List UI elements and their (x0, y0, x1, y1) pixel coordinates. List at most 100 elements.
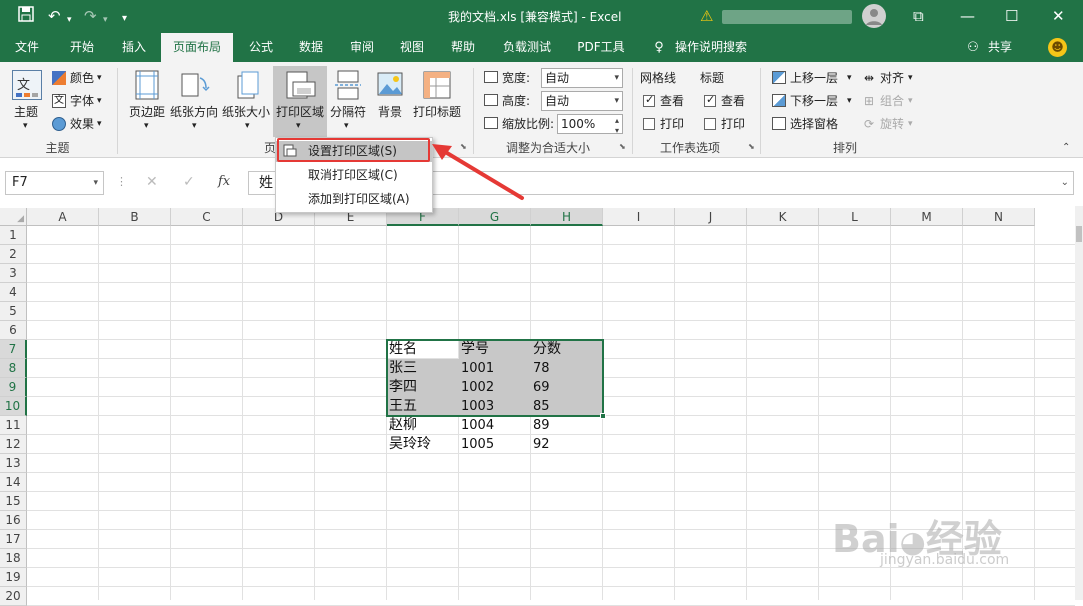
cancel-icon[interactable]: ✕ (146, 174, 158, 190)
row-header-10[interactable]: 10 (0, 397, 27, 416)
print-titles-button[interactable]: 打印标题 (413, 104, 461, 120)
column-header-j[interactable]: J (675, 208, 747, 226)
themes-dropdown-icon[interactable]: ▾ (23, 118, 28, 134)
sheet-options-launcher-icon[interactable]: ⬊ (748, 142, 755, 151)
cell-f9[interactable]: 李四 (387, 378, 459, 397)
column-header-b[interactable]: B (99, 208, 171, 226)
add-to-print-area-item[interactable]: 添加到打印区域(A) (276, 189, 432, 210)
tab-file[interactable]: 文件 (6, 33, 48, 62)
height-select[interactable]: 自动 ▾ (541, 91, 623, 111)
column-header-m[interactable]: M (891, 208, 963, 226)
colors-button[interactable]: 颜色 (70, 70, 94, 86)
column-header-i[interactable]: I (603, 208, 675, 226)
undo-dropdown-icon[interactable]: ▾ (67, 10, 72, 30)
row-header-1[interactable]: 1 (0, 226, 27, 245)
row-header-19[interactable]: 19 (0, 568, 27, 587)
print-titles-icon[interactable] (422, 70, 452, 100)
cell-h9[interactable]: 69 (531, 378, 603, 397)
tab-data[interactable]: 数据 (290, 33, 332, 62)
scrollbar-thumb[interactable] (1076, 226, 1082, 242)
tab-view[interactable]: 视图 (391, 33, 433, 62)
tell-me-search[interactable]: 操作说明搜索 (675, 33, 785, 62)
fonts-dropdown-icon[interactable]: ▾ (97, 93, 102, 109)
tab-insert[interactable]: 插入 (113, 33, 155, 62)
group-dropdown-icon[interactable]: ▾ (908, 93, 913, 109)
scale-launcher-icon[interactable]: ⬊ (619, 142, 626, 151)
cell-h8[interactable]: 78 (531, 359, 603, 378)
tab-load-test[interactable]: 负载测试 (494, 33, 560, 62)
save-icon[interactable] (18, 6, 34, 27)
cell-g8[interactable]: 1001 (459, 359, 531, 378)
share-button[interactable]: 共享 (984, 33, 1016, 62)
rotate-dropdown-icon[interactable]: ▾ (908, 116, 913, 132)
cell-f7[interactable]: 姓名 (387, 340, 459, 359)
cell-h10[interactable]: 85 (531, 397, 603, 416)
row-header-2[interactable]: 2 (0, 245, 27, 264)
column-header-h[interactable]: H (531, 208, 603, 226)
cell-f8[interactable]: 张三 (387, 359, 459, 378)
align-button[interactable]: 对齐 (880, 70, 904, 86)
name-box[interactable]: F7 ▾ (5, 171, 104, 195)
maximize-icon[interactable]: ☐ (1005, 6, 1018, 26)
collapse-ribbon-icon[interactable]: ⌃ (1062, 142, 1070, 153)
column-header-g[interactable]: G (459, 208, 531, 226)
row-header-13[interactable]: 13 (0, 454, 27, 473)
row-header-5[interactable]: 5 (0, 302, 27, 321)
row-header-9[interactable]: 9 (0, 378, 27, 397)
background-icon[interactable] (376, 70, 404, 100)
gridlines-view-checkbox[interactable] (643, 93, 655, 107)
enter-icon[interactable]: ✓ (183, 174, 195, 190)
colors-dropdown-icon[interactable]: ▾ (97, 70, 102, 86)
row-header-15[interactable]: 15 (0, 492, 27, 511)
close-icon[interactable]: ✕ (1052, 6, 1065, 26)
minimize-icon[interactable]: — (960, 6, 975, 26)
margins-icon[interactable] (134, 70, 160, 100)
smiley-icon[interactable]: ☻ (1048, 38, 1067, 57)
column-header-k[interactable]: K (747, 208, 819, 226)
margins-dropdown-icon[interactable]: ▾ (144, 118, 149, 134)
cell-f12[interactable]: 吴玲玲 (387, 435, 459, 454)
row-header-4[interactable]: 4 (0, 283, 27, 302)
orientation-dropdown-icon[interactable]: ▾ (192, 118, 197, 134)
headings-view-checkbox[interactable] (704, 93, 716, 107)
tab-review[interactable]: 审阅 (341, 33, 383, 62)
tab-home[interactable]: 开始 (60, 33, 104, 62)
ribbon-display-icon[interactable]: ⧉ (913, 6, 924, 26)
breaks-icon[interactable] (335, 70, 361, 100)
tab-page-layout[interactable]: 页面布局 (161, 33, 233, 62)
group-button[interactable]: 组合 (880, 93, 904, 109)
width-select[interactable]: 自动 ▾ (541, 68, 623, 88)
height-dropdown-icon[interactable]: ▾ (614, 92, 619, 110)
account-icon[interactable] (862, 4, 886, 28)
selection-pane-button[interactable]: 选择窗格 (790, 116, 838, 132)
print-area-button[interactable]: 打印区域 ▾ (273, 66, 327, 137)
fonts-button[interactable]: 字体 (70, 93, 94, 109)
cell-g10[interactable]: 1003 (459, 397, 531, 416)
effects-button[interactable]: 效果 (70, 116, 94, 132)
cell-h7[interactable]: 分数 (531, 340, 603, 359)
size-dropdown-icon[interactable]: ▾ (245, 118, 250, 134)
send-backward-button[interactable]: 下移一层 (790, 93, 838, 109)
redo-icon[interactable]: ↷ (84, 6, 97, 26)
row-header-14[interactable]: 14 (0, 473, 27, 492)
cell-h12[interactable]: 92 (531, 435, 603, 454)
breaks-dropdown-icon[interactable]: ▾ (344, 118, 349, 134)
gridlines-print-checkbox[interactable] (643, 118, 655, 130)
insert-function-icon[interactable]: fx (218, 174, 230, 189)
cell-g12[interactable]: 1005 (459, 435, 531, 454)
row-header-11[interactable]: 11 (0, 416, 27, 435)
clear-print-area-item[interactable]: 取消打印区域(C) (276, 165, 432, 186)
expand-formula-icon[interactable]: ⌄ (1061, 172, 1069, 194)
orientation-icon[interactable] (180, 70, 210, 100)
width-dropdown-icon[interactable]: ▾ (614, 69, 619, 87)
row-header-20[interactable]: 20 (0, 587, 27, 606)
cell-g7[interactable]: 学号 (459, 340, 531, 359)
send-backward-dropdown-icon[interactable]: ▾ (847, 93, 852, 109)
bring-forward-button[interactable]: 上移一层 (790, 70, 838, 86)
row-header-17[interactable]: 17 (0, 530, 27, 549)
row-header-12[interactable]: 12 (0, 435, 27, 454)
cell-g11[interactable]: 1004 (459, 416, 531, 435)
vertical-scrollbar[interactable] (1075, 206, 1083, 600)
tab-formulas[interactable]: 公式 (240, 33, 282, 62)
headings-print-checkbox[interactable] (704, 118, 716, 130)
